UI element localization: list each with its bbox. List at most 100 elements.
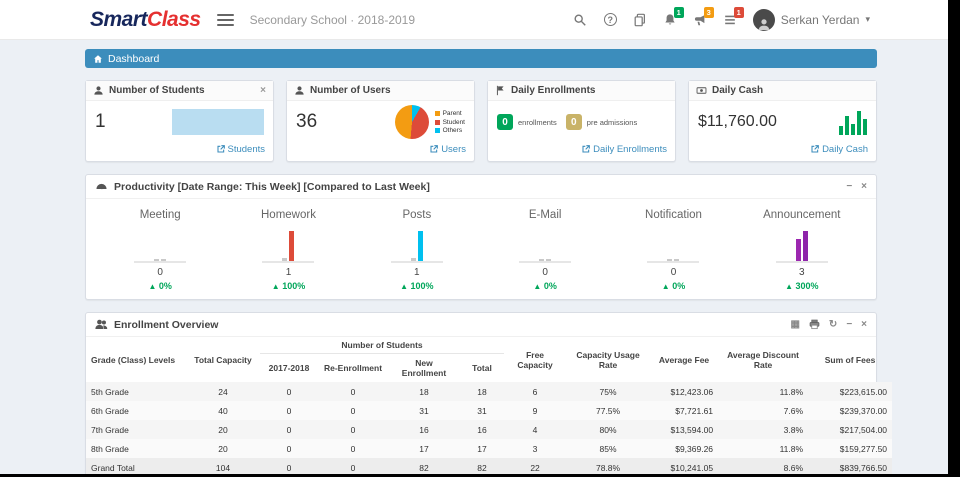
- breadcrumb[interactable]: Dashboard: [85, 49, 877, 68]
- student-icon: [94, 86, 103, 95]
- notification-mini-chart: [647, 229, 700, 263]
- print-icon[interactable]: [809, 319, 820, 330]
- cell: 9: [532, 405, 538, 416]
- column-header: Total: [472, 363, 492, 373]
- metric-label: E-Mail: [528, 209, 562, 221]
- enrollment-table: Grade (Class) Levels Total Capacity Numb…: [86, 337, 893, 474]
- metric-label: Meeting: [139, 209, 181, 221]
- copy-documents-icon[interactable]: [633, 12, 648, 27]
- productivity-item-posts: Posts 1 ▲ 100%: [353, 209, 481, 291]
- up-arrow-icon: ▲: [785, 282, 793, 291]
- cell: 82: [477, 462, 487, 473]
- users-link[interactable]: Users: [430, 144, 466, 155]
- notifications-bell-icon[interactable]: 1: [663, 7, 684, 27]
- legend-swatch-student: [434, 119, 440, 125]
- cell: 5th Grade: [91, 386, 129, 397]
- column-header: New Enrollment: [401, 358, 447, 378]
- cell: $13,594.00: [670, 424, 714, 435]
- cell: 17: [419, 443, 429, 454]
- card-title: Daily Cash: [712, 85, 764, 96]
- cell: 0: [286, 386, 292, 397]
- school-year-selector[interactable]: Secondary School · 2018-2019: [250, 13, 415, 27]
- close-icon[interactable]: ×: [861, 181, 867, 192]
- legend-label: Parent: [442, 110, 462, 118]
- legend-swatch-parent: [434, 111, 440, 117]
- user-menu[interactable]: Serkan Yerdan ▾: [752, 8, 870, 31]
- cell: $10,241.05: [670, 462, 714, 473]
- metric-change: 0%: [543, 281, 557, 291]
- daily-cash-link[interactable]: Daily Cash: [811, 144, 868, 155]
- students-link[interactable]: Students: [216, 144, 265, 155]
- stat-cards-row: Number of Students × 1 Students Number o…: [85, 80, 877, 162]
- cell: 22: [530, 462, 540, 473]
- collapse-icon[interactable]: −: [846, 319, 852, 330]
- cell: 8th Grade: [91, 443, 129, 454]
- cell: 0: [286, 424, 292, 435]
- card-title: Number of Students: [109, 85, 205, 96]
- legend-label: Others: [442, 127, 463, 135]
- cell: 24: [218, 386, 228, 397]
- productivity-item-notification: Notification 0 ▲ 0%: [609, 209, 737, 291]
- search-icon[interactable]: [573, 12, 588, 27]
- logo-text-class: Class: [147, 7, 201, 31]
- enrollment-panel-header: Enrollment Overview ▦ ↻ − ×: [86, 313, 876, 337]
- card-header: Daily Enrollments: [488, 81, 675, 101]
- cell: 78.8%: [595, 462, 621, 473]
- announcements-megaphone-icon[interactable]: 3: [693, 7, 714, 27]
- card-title: Number of Users: [310, 85, 391, 96]
- tasks-list-icon[interactable]: 1: [723, 7, 744, 27]
- cash-icon: [696, 87, 707, 94]
- cell: 31: [419, 405, 429, 416]
- refresh-icon[interactable]: ↻: [829, 319, 837, 330]
- column-header: Total Capacity: [194, 354, 252, 365]
- collapse-icon[interactable]: −: [846, 181, 852, 192]
- productivity-item-announcement: Announcement 3 ▲ 300%: [738, 209, 866, 291]
- metric-change: 300%: [795, 281, 819, 291]
- cell: 17: [477, 443, 487, 454]
- column-header: Capacity Usage Rate: [576, 349, 640, 370]
- cash-mini-bar-chart: [839, 109, 867, 136]
- home-icon: [94, 54, 102, 63]
- export-icon[interactable]: ▦: [790, 319, 799, 330]
- cell: 16: [477, 424, 487, 435]
- productivity-body: Meeting 0 ▲ 0% Homework 1 ▲ 100% Posts 1…: [86, 199, 876, 299]
- help-icon[interactable]: ?: [603, 12, 618, 27]
- card-header: Daily Cash: [689, 81, 876, 101]
- cell: 0: [286, 443, 292, 454]
- cell: 0: [286, 462, 292, 473]
- users-link-label: Users: [441, 143, 466, 155]
- app-window: SmartClass Secondary School · 2018-2019 …: [0, 0, 948, 474]
- cell: 3: [532, 443, 538, 454]
- enrollments-count-badge: 0: [497, 114, 513, 131]
- user-name-label: Serkan Yerdan: [780, 12, 860, 27]
- enrollment-table-body: 5th Grade 24 0 0 18 18 6 75% $12,423.06 …: [86, 382, 893, 474]
- table-row-6th-grade: 6th Grade 40 0 0 31 31 9 77.5% $7,721.61…: [86, 401, 893, 420]
- cell: 80%: [599, 424, 617, 435]
- announcement-mini-chart: [775, 229, 828, 263]
- pre-admissions-badge-label: pre admissions: [586, 117, 638, 127]
- daily-enrollments-link[interactable]: Daily Enrollments: [582, 144, 667, 155]
- pie-graphic: [394, 105, 429, 140]
- metric-value: 3: [799, 267, 805, 278]
- cell: $9,369.26: [675, 443, 714, 454]
- column-group-header: Number of Students: [260, 337, 505, 354]
- cell: 82: [419, 462, 429, 473]
- close-icon[interactable]: ×: [861, 319, 867, 330]
- metric-change: 100%: [410, 281, 434, 291]
- card-number-of-students: Number of Students × 1 Students: [85, 80, 274, 162]
- sidebar-toggle-button[interactable]: [216, 13, 234, 26]
- app-logo[interactable]: SmartClass: [90, 8, 201, 32]
- card-daily-enrollments: Daily Enrollments 0 enrollments 0 pre ad…: [487, 80, 676, 162]
- daily-cash-value: $11,760.00: [698, 113, 777, 131]
- external-link-icon: [582, 145, 590, 153]
- content-area: Dashboard Number of Students × 1 Student…: [0, 40, 948, 474]
- breadcrumb-label: Dashboard: [108, 52, 160, 65]
- cell: $7,721.61: [675, 405, 714, 416]
- enrollment-badges: 0 enrollments 0 pre admissions: [497, 114, 666, 131]
- close-icon[interactable]: ×: [260, 85, 266, 96]
- legend-label: Student: [442, 118, 465, 126]
- cell: 31: [477, 405, 487, 416]
- cell: 20: [218, 443, 228, 454]
- cell: 11.8%: [779, 386, 804, 397]
- up-arrow-icon: ▲: [400, 282, 408, 291]
